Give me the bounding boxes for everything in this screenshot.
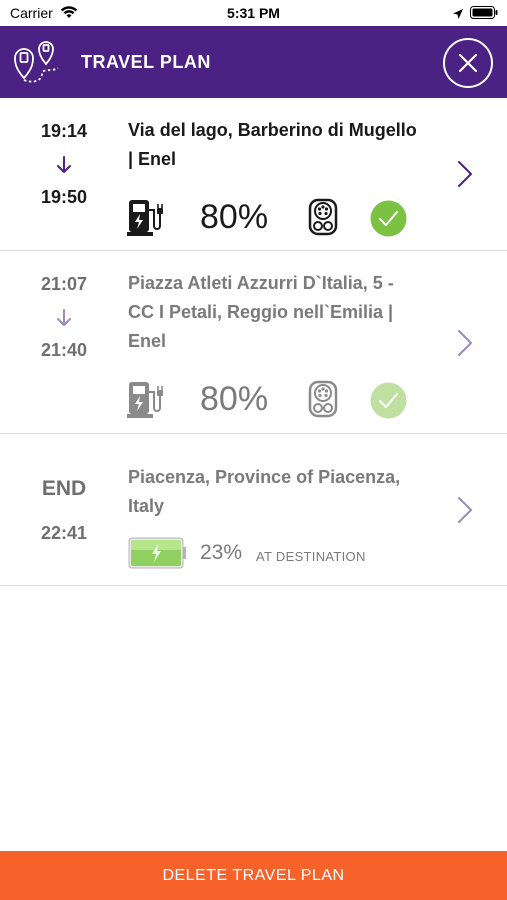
delete-travel-plan-button[interactable]: DELETE TRAVEL PLAN bbox=[0, 851, 507, 900]
arrow-down-icon bbox=[56, 309, 72, 332]
arrow-down-icon bbox=[56, 156, 72, 179]
stop-address: Via del lago, Barberino di Mugello | Ene… bbox=[128, 116, 428, 174]
battery-charge-icon bbox=[128, 537, 186, 574]
destination-address: Piacenza, Province of Piacenza, Italy bbox=[128, 463, 428, 521]
battery-icon bbox=[470, 6, 498, 24]
location-arrow-icon bbox=[452, 7, 464, 25]
destination-charge-percent: 23% bbox=[200, 541, 243, 564]
connector-icon bbox=[308, 380, 338, 423]
chevron-right-icon[interactable] bbox=[457, 496, 473, 529]
stop-item[interactable]: 21:07 21:40 Piazza Atleti Azzurri D`Ital… bbox=[0, 251, 507, 434]
address-line: | Enel bbox=[128, 149, 177, 169]
address-line: CC I Petali, Reggio nell`Emilia | bbox=[128, 302, 394, 322]
destination-charge-label: AT DESTINATION bbox=[256, 549, 366, 564]
arrival-time: 22:41 bbox=[40, 523, 88, 543]
charge-percent: 80% bbox=[200, 380, 269, 418]
close-button[interactable] bbox=[443, 38, 493, 88]
close-icon bbox=[458, 53, 478, 73]
address-line: Enel bbox=[128, 331, 167, 351]
arrival-time: 19:14 bbox=[40, 121, 88, 141]
end-label: END bbox=[41, 477, 87, 500]
departure-time: 21:40 bbox=[40, 340, 88, 360]
connector-icon bbox=[308, 198, 338, 241]
charger-icon bbox=[127, 198, 165, 243]
address-line: Italy bbox=[128, 496, 165, 516]
arrival-time: 21:07 bbox=[40, 274, 88, 294]
charge-percent: 80% bbox=[200, 198, 269, 236]
destination-item[interactable]: END 22:41 Piacenza, Province of Piacenza… bbox=[0, 434, 507, 586]
travel-plan-logo-icon bbox=[12, 40, 62, 91]
page-title: TRAVEL PLAN bbox=[81, 52, 211, 72]
check-icon bbox=[370, 200, 407, 242]
chevron-right-icon[interactable] bbox=[457, 160, 473, 193]
departure-time: 19:50 bbox=[40, 187, 88, 207]
stop-item[interactable]: 19:14 19:50 Via del lago, Barberino di M… bbox=[0, 98, 507, 251]
charger-icon bbox=[127, 380, 165, 425]
app-header: TRAVEL PLAN bbox=[0, 26, 507, 98]
clock-time: 5:31 PM bbox=[227, 5, 280, 21]
stop-address: Piazza Atleti Azzurri D`Italia, 5 - CC I… bbox=[128, 269, 428, 356]
address-line: Piazza Atleti Azzurri D`Italia, 5 - bbox=[128, 273, 394, 293]
status-bar: Carrier 5:31 PM bbox=[0, 0, 507, 26]
check-icon bbox=[370, 382, 407, 424]
address-line: Piacenza, Province of Piacenza, bbox=[128, 467, 401, 487]
address-line: Via del lago, Barberino di Mugello bbox=[128, 120, 417, 140]
chevron-right-icon[interactable] bbox=[457, 329, 473, 362]
